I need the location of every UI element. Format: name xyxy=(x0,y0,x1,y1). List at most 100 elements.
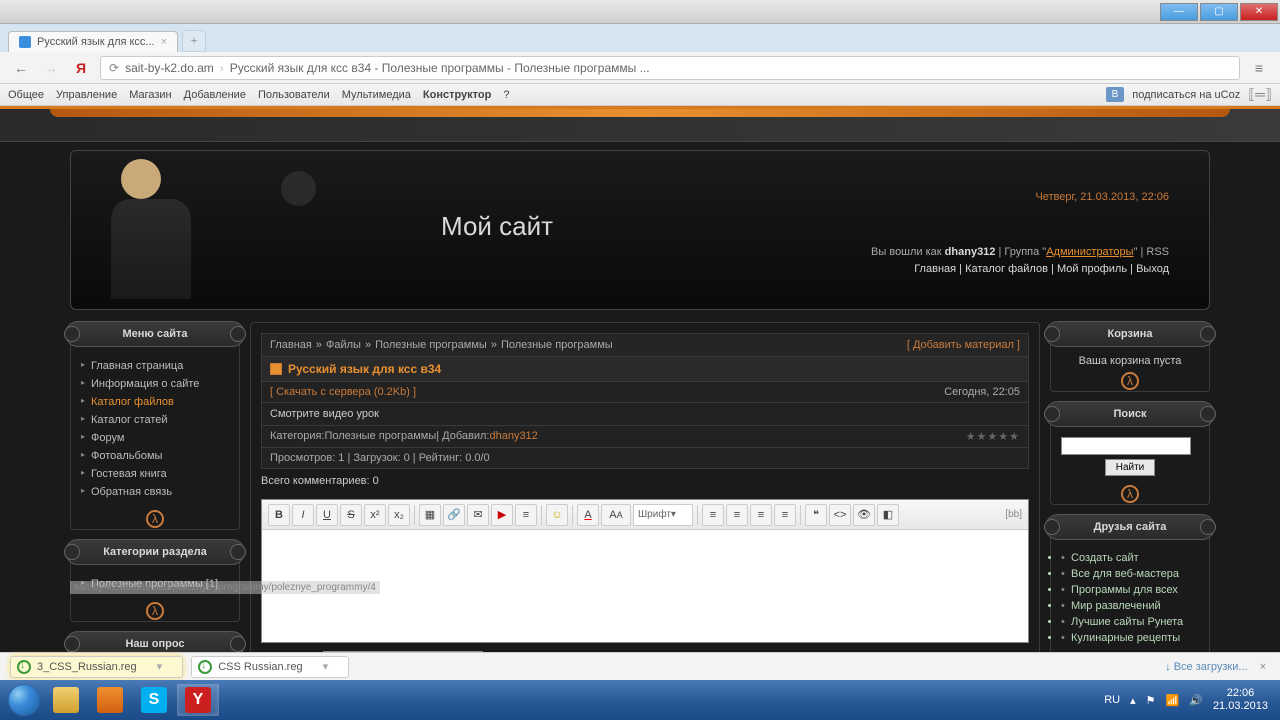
tray-flag-icon[interactable]: ⚑ xyxy=(1146,694,1156,707)
menu-item[interactable]: Добавление xyxy=(184,89,246,101)
underline-button[interactable]: U xyxy=(316,504,338,526)
menu-item[interactable]: Общее xyxy=(8,89,44,101)
rating-stars[interactable]: ★★★★★ xyxy=(966,430,1020,443)
search-input[interactable] xyxy=(1061,437,1191,455)
yandex-button[interactable]: Я xyxy=(70,57,92,79)
image-button[interactable]: ▦ xyxy=(419,504,441,526)
back-button[interactable]: ← xyxy=(10,57,32,79)
smiley-button[interactable]: ☺ xyxy=(546,504,568,526)
nav-link[interactable]: Главная xyxy=(914,263,956,275)
italic-button[interactable]: I xyxy=(292,504,314,526)
color-button[interactable]: A xyxy=(577,504,599,526)
nav-link[interactable]: Мой профиль xyxy=(1057,263,1127,275)
window-minimize-button[interactable]: — xyxy=(1160,3,1198,21)
menu-item[interactable]: ? xyxy=(503,89,509,101)
reload-icon[interactable]: ⟳ xyxy=(109,61,119,75)
video-button[interactable]: ▶ xyxy=(491,504,513,526)
new-tab-button[interactable]: + xyxy=(182,30,206,52)
code-button[interactable]: <> xyxy=(829,504,851,526)
crumb-link[interactable]: Главная xyxy=(270,339,312,351)
size-button[interactable]: AA xyxy=(601,504,631,526)
tab-close-icon[interactable]: × xyxy=(161,36,167,48)
align-justify-button[interactable]: ≡ xyxy=(774,504,796,526)
spoiler-button[interactable]: ◧ xyxy=(877,504,899,526)
strike-button[interactable]: S xyxy=(340,504,362,526)
menu-link[interactable]: Каталог файлов xyxy=(81,393,229,411)
checkbox-icon[interactable] xyxy=(270,363,282,375)
rss-link[interactable]: RSS xyxy=(1146,246,1169,258)
align-left-button[interactable]: ≡ xyxy=(702,504,724,526)
font-select[interactable]: Шрифт ▾ xyxy=(633,504,693,526)
friend-link[interactable]: Мир развлечений xyxy=(1061,598,1199,614)
download-icon xyxy=(198,660,212,674)
menu-link[interactable]: Обратная связь xyxy=(81,483,229,501)
menu-link[interactable]: Информация о сайте xyxy=(81,375,229,393)
site-header: Мой сайт Четверг, 21.03.2013, 22:06 Вы в… xyxy=(70,150,1210,310)
download-item[interactable]: CSS Russian.reg ▾ xyxy=(191,656,349,678)
block-title: Категории раздела xyxy=(65,539,245,565)
menu-item[interactable]: Управление xyxy=(56,89,117,101)
friend-link[interactable]: Лучшие сайты Рунета xyxy=(1061,614,1199,630)
tray-volume-icon[interactable]: 🔊 xyxy=(1189,694,1203,707)
user-group-link[interactable]: Администраторы xyxy=(1046,246,1133,258)
email-button[interactable]: ✉ xyxy=(467,504,489,526)
crumb-link[interactable]: Полезные программы xyxy=(501,339,613,351)
author-link[interactable]: dhany312 xyxy=(489,430,537,443)
slider-icon[interactable]: ⟦═⟧ xyxy=(1248,86,1272,103)
menu-item[interactable]: Мультимедиа xyxy=(342,89,411,101)
forward-button[interactable]: → xyxy=(40,57,62,79)
nav-link[interactable]: Каталог файлов xyxy=(965,263,1048,275)
nav-link[interactable]: Выход xyxy=(1136,263,1169,275)
crumb-link[interactable]: Файлы xyxy=(326,339,361,351)
quote-button[interactable]: ❝ xyxy=(805,504,827,526)
sup-button[interactable]: x² xyxy=(364,504,386,526)
tray-chevron-icon[interactable]: ▴ xyxy=(1130,694,1136,707)
download-bar-close[interactable]: × xyxy=(1256,661,1270,673)
start-button[interactable] xyxy=(4,680,44,720)
menu-icon[interactable]: ≡ xyxy=(1248,57,1270,79)
category-link[interactable]: Полезные программы xyxy=(324,430,436,443)
download-link[interactable]: [ Скачать с сервера (0.2Kb) ] xyxy=(270,386,416,398)
url-input[interactable]: ⟳ sait-by-k2.do.am › Русский язык для кс… xyxy=(100,56,1240,80)
subscribe-link[interactable]: подписаться на uCoz xyxy=(1132,89,1240,101)
browser-tab[interactable]: Русский язык для ксс... × xyxy=(8,31,178,52)
taskbar-browser-icon[interactable]: Y xyxy=(177,684,219,716)
friend-link[interactable]: Программы для всех xyxy=(1061,582,1199,598)
menu-item[interactable]: Конструктор xyxy=(423,89,491,101)
menu-block: Меню сайта Главная страница Информация о… xyxy=(70,322,240,530)
window-close-button[interactable]: ✕ xyxy=(1240,3,1278,21)
username[interactable]: dhany312 xyxy=(945,246,996,258)
window-maximize-button[interactable]: ▢ xyxy=(1200,3,1238,21)
download-item[interactable]: 3_CSS_Russian.reg ▾ xyxy=(10,656,183,678)
align-center-button[interactable]: ≡ xyxy=(726,504,748,526)
menu-link[interactable]: Форум xyxy=(81,429,229,447)
search-block: Поиск Найти λ xyxy=(1050,402,1210,505)
taskbar-skype-icon[interactable]: S xyxy=(133,684,175,716)
post-time: Сегодня, 22:05 xyxy=(944,386,1020,398)
bbcode-toggle[interactable]: [bb] xyxy=(1005,509,1022,520)
search-button[interactable]: Найти xyxy=(1105,459,1156,476)
menu-link[interactable]: Гостевая книга xyxy=(81,465,229,483)
tray-lang[interactable]: RU xyxy=(1104,694,1120,706)
taskbar-explorer-icon[interactable] xyxy=(45,684,87,716)
taskbar-clock[interactable]: 22:06 21.03.2013 xyxy=(1213,687,1268,713)
sub-button[interactable]: x₂ xyxy=(388,504,410,526)
align-right-button[interactable]: ≡ xyxy=(750,504,772,526)
friend-link[interactable]: Кулинарные рецепты xyxy=(1061,630,1199,646)
taskbar-media-icon[interactable] xyxy=(89,684,131,716)
link-button[interactable]: 🔗 xyxy=(443,504,465,526)
bold-button[interactable]: B xyxy=(268,504,290,526)
menu-item[interactable]: Пользователи xyxy=(258,89,330,101)
menu-link[interactable]: Главная страница xyxy=(81,357,229,375)
crumb-link[interactable]: Полезные программы xyxy=(375,339,487,351)
list-button[interactable]: ≡ xyxy=(515,504,537,526)
menu-link[interactable]: Каталог статей xyxy=(81,411,229,429)
menu-link[interactable]: Фотоальбомы xyxy=(81,447,229,465)
tray-network-icon[interactable]: 📶 xyxy=(1166,694,1180,707)
hide-button[interactable]: 👁 xyxy=(853,504,875,526)
all-downloads-link[interactable]: ↓ Все загрузки... xyxy=(1165,661,1247,673)
friend-link[interactable]: Создать сайт xyxy=(1061,550,1199,566)
menu-item[interactable]: Магазин xyxy=(129,89,171,101)
add-material-link[interactable]: [ Добавить материал ] xyxy=(907,339,1020,351)
friend-link[interactable]: Все для веб-мастера xyxy=(1061,566,1199,582)
